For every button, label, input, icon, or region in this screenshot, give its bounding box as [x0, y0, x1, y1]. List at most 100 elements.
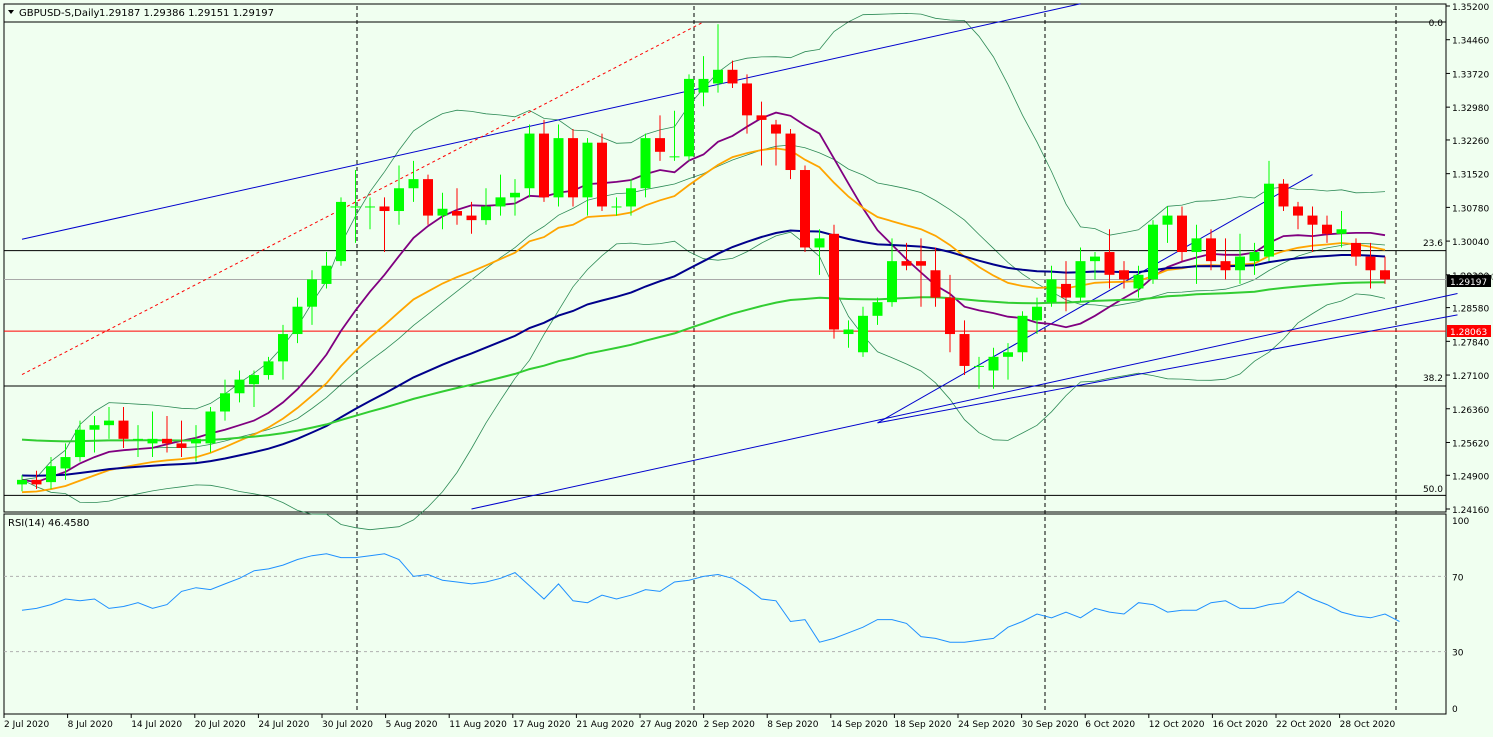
candle-body [1003, 352, 1013, 357]
candle-body [75, 429, 85, 458]
time-tick-label: 8 Jul 2020 [68, 720, 113, 730]
price-axis: 1.35200 1.34460 1.33720 1.32980 1.32260 1.315… [1446, 3, 1489, 516]
candle-body [727, 69, 738, 84]
price-tick-label: 1.33720 [1452, 70, 1489, 80]
main-panel-frame [3, 3, 1447, 513]
time-tick-label: 14 Jul 2020 [131, 720, 182, 730]
price-tick-label: 1.30040 [1452, 238, 1489, 248]
bollinger-lower [21, 231, 1386, 531]
candle-body [655, 138, 665, 152]
time-tick-label: 6 Oct 2020 [1085, 720, 1135, 730]
candle-body [1104, 252, 1115, 275]
candle-body [1249, 252, 1260, 262]
ma-long-line [21, 281, 1386, 443]
candle-body [1336, 229, 1347, 234]
price-tick-label: 1.24160 [1452, 506, 1489, 516]
time-tick-label: 17 Aug 2020 [513, 720, 571, 730]
time-tick-label: 8 Sep 2020 [767, 720, 819, 730]
candle-body [1206, 238, 1216, 262]
bollinger-middle [21, 144, 1386, 483]
candle-body [930, 270, 941, 298]
candle-body [1293, 206, 1303, 216]
candle-body [669, 156, 680, 158]
candle-body [31, 479, 42, 485]
candle-body [800, 170, 810, 248]
price-tick-label: 1.35200 [1452, 3, 1489, 13]
fib-label-0: 0.0 [1429, 19, 1444, 29]
candle-body [307, 279, 317, 307]
symbol-label: GBPUSD-S,Daily [19, 8, 100, 19]
price-tick-label: 1.25620 [1452, 439, 1489, 449]
candle-body [336, 201, 346, 262]
candle-body [423, 179, 433, 216]
candle-body [1351, 242, 1361, 257]
time-tick-label: 22 Oct 2020 [1276, 720, 1332, 730]
candle-body [495, 197, 506, 207]
time-tick-label: 28 Oct 2020 [1340, 720, 1396, 730]
rsi-panel-frame [3, 513, 1447, 715]
candle-body [408, 179, 419, 189]
candle-body [321, 265, 332, 284]
price-tick-label: 1.32980 [1452, 104, 1489, 114]
candle-body [17, 479, 27, 485]
period-separators [356, 6, 1397, 712]
candle-body [394, 188, 404, 212]
time-tick-label: 27 Aug 2020 [640, 720, 698, 730]
rsi-tick-label: 0 [1452, 705, 1458, 715]
partial-price-label: 1.29300 [1459, 273, 1493, 283]
candle-body [1264, 183, 1274, 257]
time-tick-label: 2 Jul 2020 [4, 720, 49, 730]
time-axis: 2 Jul 2020 8 Jul 2020 14 Jul 2020 20 Jul 20… [3, 714, 1396, 730]
candle-body [249, 375, 259, 385]
candle-body [510, 192, 520, 198]
dropdown-triangle-icon[interactable] [8, 10, 14, 14]
candle-body [1322, 224, 1332, 234]
candle-body [191, 438, 201, 444]
candle-body [365, 206, 375, 208]
fib-label-382: 38.2 [1423, 374, 1443, 384]
time-tick-label: 21 Aug 2020 [576, 720, 634, 730]
candle-body [176, 443, 187, 448]
candle-body [162, 438, 172, 444]
candle-body [278, 334, 288, 362]
candle-body [916, 261, 926, 266]
candle-body [945, 297, 955, 335]
price-tick-label: 1.28580 [1452, 305, 1489, 315]
fib-label-236: 23.6 [1423, 239, 1443, 249]
candle-body [481, 206, 491, 221]
candle-body [713, 69, 723, 84]
candle-body [263, 361, 274, 376]
candle-body [568, 138, 578, 198]
time-tick-label: 16 Oct 2020 [1212, 720, 1268, 730]
candles [17, 24, 1390, 492]
trendlines [21, 3, 1458, 510]
candle-body [524, 133, 535, 189]
price-tick-label: 1.32260 [1452, 137, 1489, 147]
price-tick-label: 1.26360 [1452, 406, 1489, 416]
candle-body [611, 206, 622, 208]
support-price-tag: 1.28063 [1450, 328, 1487, 338]
time-tick-label: 30 Jul 2020 [322, 720, 373, 730]
candle-body [466, 215, 477, 221]
time-tick-label: 12 Oct 2020 [1149, 720, 1205, 730]
candle-body [1075, 261, 1086, 298]
candle-body [1177, 215, 1187, 253]
candle-body [742, 83, 752, 116]
candle-body [887, 261, 897, 303]
time-tick-label: 5 Aug 2020 [386, 720, 438, 730]
candle-body [1191, 238, 1202, 253]
moving-averages [21, 111, 1386, 494]
time-tick-label: 30 Sep 2020 [1022, 720, 1079, 730]
time-tick-label: 20 Jul 2020 [195, 720, 246, 730]
candle-body [60, 457, 71, 469]
candle-body [959, 334, 970, 366]
candle-body [640, 138, 651, 189]
horizontal-levels [4, 21, 1446, 496]
candle-body [437, 208, 448, 216]
candle-body [234, 379, 245, 394]
rsi-tick-label: 70 [1452, 573, 1464, 583]
candle-body [1032, 306, 1042, 321]
candle-body [46, 466, 56, 483]
price-tick-label: 1.34460 [1452, 37, 1489, 47]
rsi-tick-label: 30 [1452, 649, 1464, 659]
